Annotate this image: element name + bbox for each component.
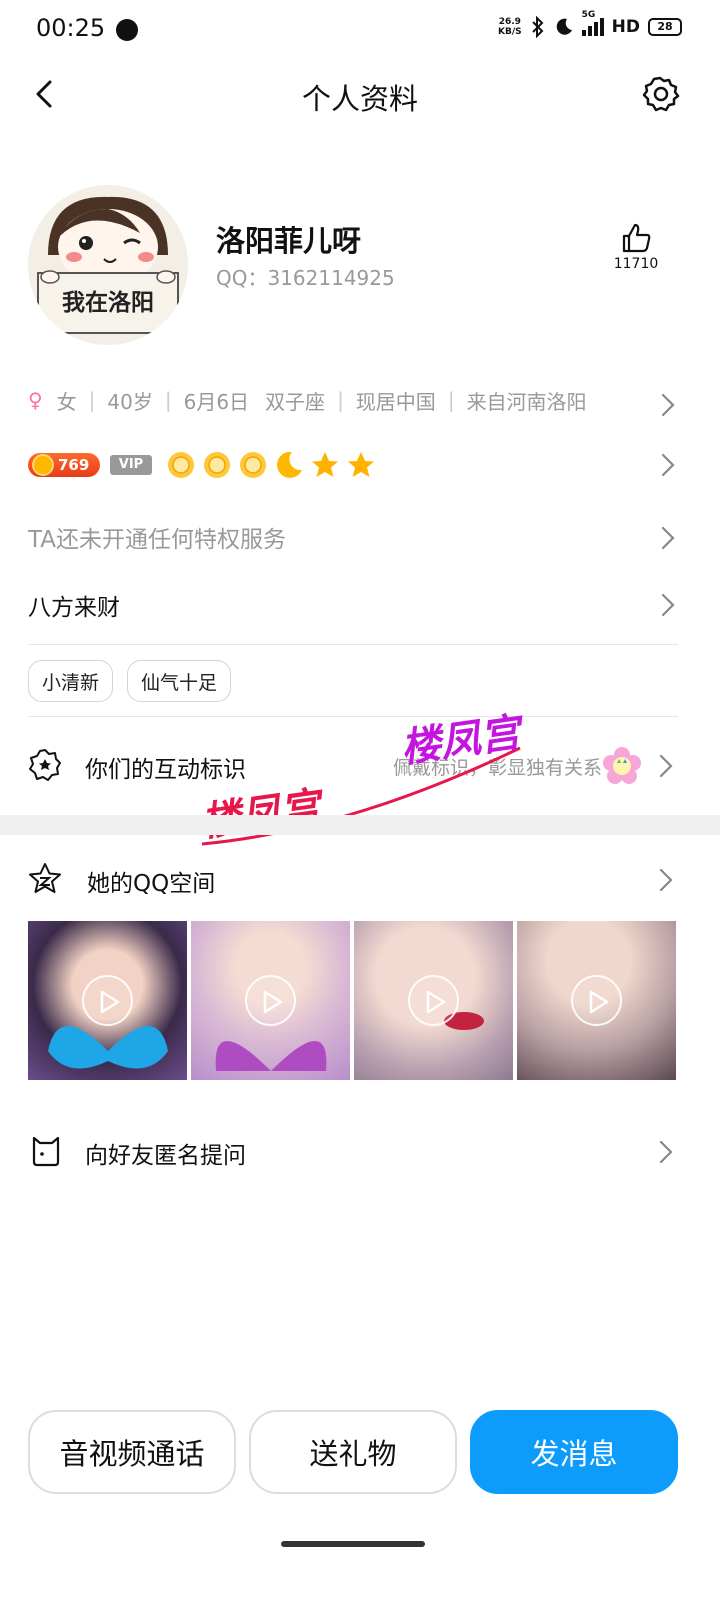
level-badges-row[interactable]: 769 VIP [28, 448, 376, 482]
divider [28, 644, 678, 645]
fortune-row[interactable]: 八方来财 [28, 588, 120, 622]
like-count: 11710 [613, 256, 659, 272]
flower-icon [603, 747, 641, 784]
coin-icon [32, 454, 54, 476]
sun-icon [240, 452, 266, 478]
network-type: 5G [581, 10, 596, 20]
sun-icon [168, 452, 194, 478]
chevron-right-icon[interactable] [654, 749, 678, 783]
section-gap [0, 815, 720, 835]
nickname: 洛阳菲儿呀 [216, 224, 362, 258]
moon-icon [556, 18, 572, 35]
zodiac: 双子座 [265, 389, 326, 414]
badge-star-icon [29, 749, 61, 781]
send-message-button[interactable]: 发消息 [470, 1410, 678, 1494]
qzone-star-icon [29, 863, 61, 893]
tag[interactable]: 仙气十足 [127, 660, 232, 702]
net-speed: 26.9 KB/S [498, 17, 522, 37]
cat-icon [32, 1136, 60, 1167]
play-icon[interactable] [82, 975, 133, 1026]
hd-indicator: HD [611, 17, 640, 37]
status-bar: 00:25 26.9 KB/S 5G HD 28 [0, 0, 720, 60]
tag[interactable]: 小清新 [28, 660, 114, 702]
nav-bar: 个人资料 [0, 60, 720, 130]
avatar[interactable]: 我在洛阳 [28, 185, 188, 345]
qzone-label: 她的QQ空间 [87, 871, 216, 897]
qzone-video-thumbnails [28, 921, 676, 1080]
battery-icon: 28 [648, 18, 682, 36]
qq-level-badge: 769 [28, 453, 100, 477]
send-gift-button[interactable]: 送礼物 [249, 1410, 457, 1494]
gender: 女 [56, 389, 77, 414]
signal-icon [581, 18, 604, 36]
gear-icon [642, 76, 680, 112]
bottom-action-bar: 音视频通话 送礼物 发消息 [28, 1410, 678, 1494]
status-time: 00:25 [36, 14, 106, 42]
video-thumbnail[interactable] [354, 921, 513, 1080]
star-icon [312, 452, 338, 477]
privilege-row[interactable]: TA还未开通任何特权服务 [28, 520, 286, 554]
sun-icon [204, 452, 230, 478]
avatar-cartoon [37, 196, 179, 334]
play-icon[interactable] [408, 975, 459, 1026]
thumbs-up-icon [622, 223, 651, 253]
avatar-caption: 我在洛阳 [62, 290, 154, 316]
anonymous-ask-label: 向好友匿名提问 [85, 1143, 246, 1169]
qq-number: QQ：3162114925 [216, 266, 395, 290]
divider [28, 716, 678, 717]
anonymous-ask-row[interactable]: 向好友匿名提问 [28, 1128, 678, 1176]
level-icons [166, 450, 376, 480]
vip-badge: VIP [110, 455, 152, 475]
chevron-right-icon[interactable] [654, 863, 678, 897]
chevron-right-icon[interactable] [656, 588, 680, 622]
bluetooth-icon [531, 16, 544, 38]
star-icon [348, 452, 374, 477]
chevron-right-icon[interactable] [656, 388, 680, 422]
play-icon[interactable] [245, 975, 296, 1026]
like-button[interactable]: 11710 [606, 222, 666, 272]
chevron-right-icon[interactable] [654, 1135, 678, 1169]
basic-info-row[interactable]: ♀ 女 | 40岁 | 6月6日 双子座 | 现居中国 | 来自河南洛阳 [28, 380, 668, 420]
hometown: 来自河南洛阳 [466, 389, 587, 414]
settings-button[interactable] [640, 74, 680, 114]
play-icon[interactable] [571, 975, 622, 1026]
qzone-row[interactable]: 她的QQ空间 [28, 856, 678, 904]
chevron-right-icon[interactable] [656, 521, 680, 555]
female-icon: ♀ [28, 388, 43, 412]
residence: 现居中国 [355, 389, 436, 414]
av-call-button[interactable]: 音视频通话 [28, 1410, 236, 1494]
page-title: 个人资料 [301, 82, 418, 116]
tag-list: 小清新 仙气十足 [28, 660, 232, 702]
birthday: 6月6日 [183, 389, 250, 414]
chevron-right-icon[interactable] [656, 448, 680, 482]
home-indicator[interactable] [281, 1541, 425, 1547]
age: 40岁 [107, 389, 153, 414]
video-thumbnail[interactable] [517, 921, 676, 1080]
video-thumbnail[interactable] [191, 921, 350, 1080]
moon-icon [277, 451, 302, 478]
video-thumbnail[interactable] [28, 921, 187, 1080]
notification-dot-icon [116, 19, 138, 41]
status-icons: 26.9 KB/S 5G HD 28 [498, 10, 682, 38]
